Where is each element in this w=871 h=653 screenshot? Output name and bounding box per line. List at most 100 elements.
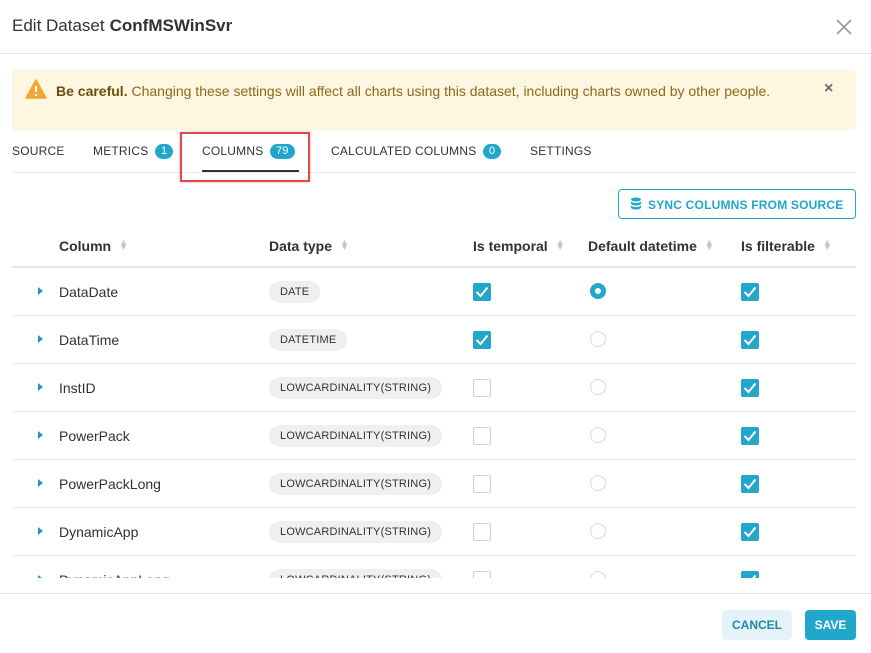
table-row: DynamicApp LOWCARDINALITY(STRING) <box>12 508 856 556</box>
data-type-tag: LOWCARDINALITY(STRING) <box>269 473 443 495</box>
is-temporal-checkbox[interactable] <box>473 523 491 541</box>
column-name: DynamicApp <box>59 524 139 540</box>
default-datetime-radio[interactable] <box>590 331 606 347</box>
tab-calculated-columns[interactable]: CALCULATED COLUMNS 0 <box>331 144 502 159</box>
default-datetime-radio[interactable] <box>590 523 606 539</box>
is-filterable-checkbox[interactable] <box>741 331 759 349</box>
data-type-tag: LOWCARDINALITY(STRING) <box>269 425 443 447</box>
database-icon <box>631 197 641 210</box>
data-type-tag: DATE <box>269 281 321 303</box>
is-filterable-checkbox[interactable] <box>741 379 759 397</box>
check-icon <box>743 286 757 298</box>
is-filterable-checkbox[interactable] <box>741 571 759 578</box>
expand-row-icon[interactable] <box>38 479 43 487</box>
alert-close-icon[interactable]: × <box>824 80 833 98</box>
header-is-temporal[interactable]: Is temporal ▲ ▼ <box>473 237 565 255</box>
header-is-filterable[interactable]: Is filterable ▲ ▼ <box>741 238 832 255</box>
expand-row-icon[interactable] <box>38 575 43 578</box>
column-name: DataTime <box>59 332 120 348</box>
tab-bar: SOURCE METRICS 1 COLUMNS 79 CALCULATED C… <box>12 132 856 173</box>
header-column[interactable]: Column ▲ ▼ <box>59 238 128 255</box>
check-icon <box>743 478 757 490</box>
calculated-columns-count-badge: 0 <box>482 144 502 159</box>
modal-footer: CANCEL SAVE <box>0 593 871 653</box>
is-filterable-checkbox[interactable] <box>741 523 759 541</box>
is-filterable-checkbox[interactable] <box>741 283 759 301</box>
table-row: DataDate DATE <box>12 268 856 316</box>
modal-title: Edit Dataset ConfMSWinSvr <box>12 16 232 36</box>
is-temporal-checkbox[interactable] <box>473 571 491 578</box>
is-filterable-checkbox[interactable] <box>741 427 759 445</box>
data-type-tag: LOWCARDINALITY(STRING) <box>269 377 443 399</box>
dataset-name: ConfMSWinSvr <box>109 16 233 35</box>
default-datetime-radio[interactable] <box>590 379 606 395</box>
table-row: InstID LOWCARDINALITY(STRING) <box>12 364 856 412</box>
default-datetime-radio[interactable] <box>590 571 606 578</box>
check-icon <box>743 382 757 394</box>
check-icon <box>752 574 757 578</box>
is-filterable-checkbox[interactable] <box>741 475 759 493</box>
warning-icon <box>25 79 47 99</box>
default-datetime-radio[interactable] <box>590 283 606 299</box>
columns-count-badge: 79 <box>269 144 295 159</box>
is-temporal-checkbox[interactable] <box>473 283 491 301</box>
modal-header: Edit Dataset ConfMSWinSvr <box>0 0 871 54</box>
default-datetime-radio[interactable] <box>590 427 606 443</box>
close-icon[interactable] <box>834 17 854 37</box>
alert-message: Be careful. Changing these settings will… <box>56 80 796 102</box>
column-name: DynamicAppLong <box>59 572 170 578</box>
tab-label: METRICS <box>93 144 149 158</box>
sort-icon: ▲ ▼ <box>704 237 714 252</box>
metrics-count-badge: 1 <box>154 144 174 159</box>
tab-label: SOURCE <box>12 144 65 158</box>
expand-row-icon[interactable] <box>38 287 43 295</box>
sync-button-label: SYNC COLUMNS FROM SOURCE <box>648 198 844 212</box>
cancel-button[interactable]: CANCEL <box>722 610 792 640</box>
expand-row-icon[interactable] <box>38 335 43 343</box>
check-icon <box>743 430 757 442</box>
expand-row-icon[interactable] <box>38 383 43 391</box>
active-tab-indicator <box>202 170 299 172</box>
tab-label: SETTINGS <box>530 144 592 158</box>
tab-settings[interactable]: SETTINGS <box>530 144 592 158</box>
table-row: DataTime DATETIME <box>12 316 856 364</box>
save-button[interactable]: SAVE <box>805 610 856 640</box>
column-name: InstID <box>59 380 96 396</box>
tab-source[interactable]: SOURCE <box>12 144 65 158</box>
column-name: PowerPack <box>59 428 130 444</box>
tab-label: COLUMNS <box>202 144 264 158</box>
sort-icon: ▲ ▼ <box>555 237 565 252</box>
table-row: PowerPackLong LOWCARDINALITY(STRING) <box>12 460 856 508</box>
header-data-type[interactable]: Data type ▲ ▼ <box>269 237 349 255</box>
header-default-datetime[interactable]: Default datetime ▲ ▼ <box>588 237 714 255</box>
edit-dataset-modal: Edit Dataset ConfMSWinSvr Be careful. Cha… <box>0 0 871 653</box>
table-header: Column ▲ ▼ Data type ▲ ▼ Is temporal ▲ ▼ Defau… <box>12 226 856 268</box>
check-icon <box>475 286 489 298</box>
alert-body: Changing these settings will affect all … <box>131 83 771 99</box>
data-type-tag: LOWCARDINALITY(STRING) <box>269 569 443 578</box>
tab-metrics[interactable]: METRICS 1 <box>93 144 174 159</box>
is-temporal-checkbox[interactable] <box>473 427 491 445</box>
default-datetime-radio[interactable] <box>590 475 606 491</box>
columns-table-body: DataDate DATE DataTime DATETIME InstID LOWCAR… <box>12 268 856 578</box>
data-type-tag: LOWCARDINALITY(STRING) <box>269 521 443 543</box>
expand-row-icon[interactable] <box>38 527 43 535</box>
check-icon <box>743 526 757 538</box>
table-row: PowerPack LOWCARDINALITY(STRING) <box>12 412 856 460</box>
data-type-tag: DATETIME <box>269 329 348 351</box>
expand-row-icon[interactable] <box>38 431 43 439</box>
is-temporal-checkbox[interactable] <box>473 331 491 349</box>
tab-columns[interactable]: COLUMNS 79 <box>202 144 295 159</box>
sort-icon: ▲ ▼ <box>340 237 349 252</box>
sync-columns-button[interactable]: SYNC COLUMNS FROM SOURCE <box>618 189 856 219</box>
check-icon <box>743 334 757 346</box>
check-icon <box>475 334 489 346</box>
column-name: DataDate <box>59 284 119 300</box>
header-is-temporal-label: Is temporal <box>473 238 548 254</box>
header-data-type-label: Data type <box>269 238 333 254</box>
is-temporal-checkbox[interactable] <box>473 379 491 397</box>
is-temporal-checkbox[interactable] <box>473 475 491 493</box>
title-prefix: Edit Dataset <box>12 16 105 35</box>
alert-bold: Be careful. <box>56 83 128 99</box>
header-column-label: Column <box>59 238 112 254</box>
